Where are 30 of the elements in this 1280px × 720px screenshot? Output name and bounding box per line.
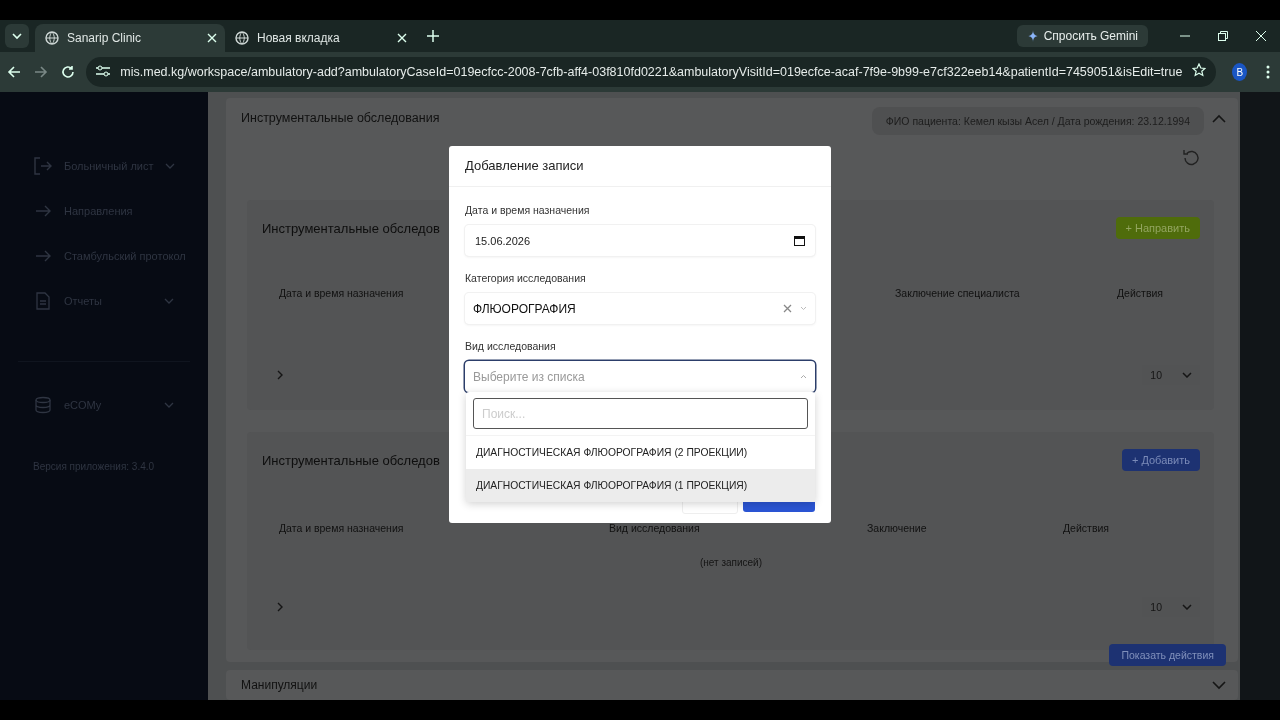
actions-button[interactable]: Показать действия (1109, 644, 1226, 666)
column-header: Действия (1117, 287, 1164, 299)
column-header: Дата и время назначения (279, 287, 405, 299)
browser-tab[interactable]: Sanarip Clinic (35, 24, 225, 52)
browser-tab[interactable]: Новая вкладка (225, 24, 415, 52)
column-header: Вид исследования (609, 522, 701, 534)
column-header: Действия (1063, 522, 1110, 534)
card-title: Инструментальные обследов (262, 220, 440, 236)
collapsed-section[interactable]: Манипуляции (226, 670, 1238, 700)
category-select[interactable]: ФЛЮОРОГРАФИЯ (465, 293, 815, 324)
dropdown-option[interactable]: ДИАГНОСТИЧЕСКАЯ ФЛЮОРОГРАФИЯ (1 ПРОЕКЦИЯ) (466, 469, 815, 502)
column-header: Заключение специалиста (895, 287, 1021, 299)
empty-message: (нет записей) (698, 556, 764, 570)
column-header: Заключение (867, 522, 928, 534)
add-button[interactable]: + Направить (1115, 217, 1200, 239)
field-label: Вид исследования (465, 340, 557, 352)
modal-title: Добавление записи (449, 146, 831, 187)
section-title: Инструментальные обследования (241, 111, 440, 125)
date-field[interactable]: 15.06.2026 (465, 225, 815, 256)
address-bar[interactable]: mis.med.kg/workspace/ambulatory-add?ambulatoryCaseId=019ecfcc-2008-7cfb-aff4-03f810fd0221&ambulatoryVisitId=019ecfce-acaf-7f9e-9b99-e7cf322eeb14&patientId=7459051&isEdit=true (86, 57, 1217, 87)
field-label: Дата и время назначения (465, 204, 591, 216)
dropdown-option[interactable]: ДИАГНОСТИЧЕСКАЯ ФЛЮОРОГРАФИЯ (2 ПРОЕКЦИИ) (466, 436, 815, 469)
field-label: Категория исследования (465, 272, 587, 284)
card-title: Инструментальные обследов (262, 452, 440, 468)
profile-avatar[interactable]: B (1232, 63, 1248, 81)
section-title: Манипуляции (241, 678, 318, 692)
column-header: Дата и время назначения (279, 522, 405, 534)
add-button[interactable]: + Добавить (1121, 449, 1200, 471)
gemini-button[interactable]: Спросить Gemini (1016, 25, 1148, 47)
type-select[interactable]: Выберите из списка (465, 361, 815, 392)
